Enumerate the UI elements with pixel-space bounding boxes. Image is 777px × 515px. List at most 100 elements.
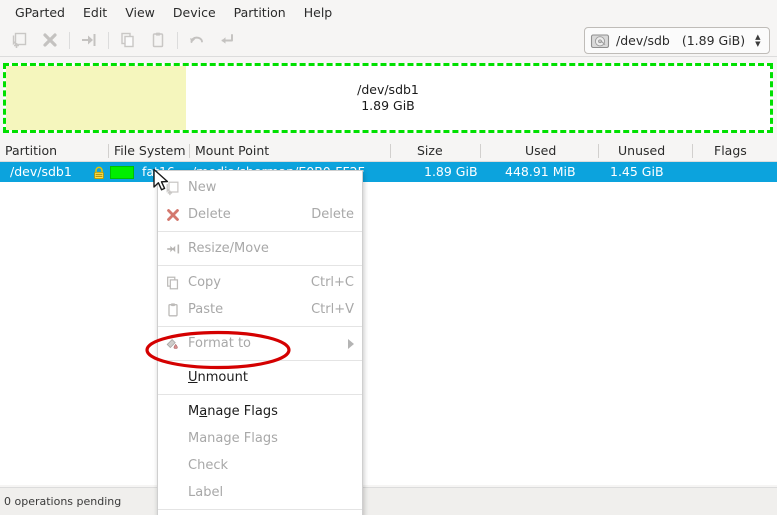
statusbar-text: 0 operations pending	[4, 495, 121, 508]
column-divider-2[interactable]	[189, 144, 190, 158]
toolbar-separator-1	[69, 32, 70, 49]
context-menu-separator-4	[158, 360, 362, 361]
mnemonic-a: a	[199, 404, 207, 419]
toolbar-copy-button[interactable]	[113, 27, 143, 53]
column-divider-4[interactable]	[480, 144, 481, 158]
context-menu-item-unmount[interactable]: Unmount	[158, 364, 362, 391]
context-menu-item-copy[interactable]: Copy Ctrl+C	[158, 269, 362, 296]
menu-partition[interactable]: Partition	[225, 2, 295, 23]
context-menu-accel-copy: Ctrl+C	[311, 275, 354, 290]
copy-icon	[119, 31, 137, 49]
delete-partition-icon	[158, 201, 188, 228]
partition-graphic-label: /dev/sdb1 1.89 GiB	[6, 82, 770, 114]
context-menu-label-copy: Copy	[188, 275, 297, 290]
context-menu-item-new-uuid[interactable]: Label	[158, 479, 362, 506]
toolbar-separator-3	[177, 32, 178, 49]
paste-icon	[158, 296, 188, 323]
gparted-window: GParted Edit View Device Partition Help	[0, 0, 777, 515]
toolbar-apply-button[interactable]	[212, 27, 242, 53]
toolbar-resize-move-button[interactable]	[74, 27, 104, 53]
check-icon-placeholder	[158, 425, 188, 452]
chevron-right-icon	[348, 339, 354, 349]
partition-graphic-body[interactable]: /dev/sdb1 1.89 GiB	[6, 66, 770, 130]
menu-device[interactable]: Device	[164, 2, 225, 23]
context-menu-label-paste: Paste	[188, 302, 297, 317]
unmount-icon-placeholder	[158, 364, 188, 391]
context-menu-label-new: New	[188, 180, 354, 195]
apply-icon	[218, 31, 236, 49]
context-menu-accel-delete: Delete	[311, 207, 354, 222]
new-partition-icon	[11, 31, 29, 49]
context-menu-separator-1	[158, 231, 362, 232]
toolbar-paste-button[interactable]	[143, 27, 173, 53]
column-header-unused[interactable]: Unused	[618, 140, 665, 162]
delete-partition-icon	[41, 31, 59, 49]
menu-edit[interactable]: Edit	[74, 2, 116, 23]
toolbar-delete-partition-button[interactable]	[35, 27, 65, 53]
undo-icon	[188, 31, 206, 49]
column-header-used[interactable]: Used	[525, 140, 556, 162]
context-menu-separator-3	[158, 326, 362, 327]
context-menu-item-paste[interactable]: Paste Ctrl+V	[158, 296, 362, 323]
new-uuid-icon-placeholder	[158, 479, 188, 506]
context-menu-item-resize-move[interactable]: Resize/Move	[158, 235, 362, 262]
menu-help[interactable]: Help	[295, 2, 342, 23]
column-header-flags[interactable]: Flags	[714, 140, 747, 162]
partition-table-header: Partition File System Mount Point Size U…	[0, 140, 777, 162]
context-menu-accel-paste: Ctrl+V	[311, 302, 354, 317]
column-header-size[interactable]: Size	[417, 140, 443, 162]
partition-graphic-size: 1.89 GiB	[6, 98, 770, 114]
padlock-icon	[92, 165, 106, 184]
context-menu-label-resize-move: Resize/Move	[188, 241, 354, 256]
partition-context-menu[interactable]: New Delete Delete Resize/Move	[157, 170, 363, 515]
column-divider-5[interactable]	[598, 144, 599, 158]
menu-view[interactable]: View	[116, 2, 164, 23]
context-menu-label-label: Check	[188, 458, 354, 473]
column-divider-3[interactable]	[390, 144, 391, 158]
menubar: GParted Edit View Device Partition Help	[0, 0, 777, 24]
context-menu-label-format-to: Format to	[188, 336, 338, 351]
cell-size: 1.89 GiB	[424, 162, 478, 182]
toolbar-undo-button[interactable]	[182, 27, 212, 53]
context-menu-label-manage-flags: Manage Flags	[188, 404, 354, 419]
column-header-file-system[interactable]: File System	[114, 140, 186, 162]
filesystem-color-swatch	[110, 166, 134, 179]
context-menu-item-label[interactable]: Check	[158, 452, 362, 479]
context-menu-item-delete[interactable]: Delete Delete	[158, 201, 362, 228]
new-partition-icon	[158, 174, 188, 201]
resize-move-icon	[158, 235, 188, 262]
device-selector-spinner[interactable]: ▲ ▼	[755, 34, 760, 48]
column-divider-6[interactable]	[692, 144, 693, 158]
format-to-icon	[158, 330, 188, 357]
context-menu-item-format-to[interactable]: Format to	[158, 330, 362, 357]
resize-move-icon	[80, 31, 98, 49]
cell-used: 448.91 MiB	[505, 162, 576, 182]
spinner-down-icon[interactable]: ▼	[755, 41, 760, 48]
column-header-mount-point[interactable]: Mount Point	[195, 140, 269, 162]
copy-icon	[158, 269, 188, 296]
statusbar: 0 operations pending	[0, 487, 777, 515]
paste-icon	[149, 31, 167, 49]
toolbar-new-partition-button[interactable]	[5, 27, 35, 53]
toolbar-separator-2	[108, 32, 109, 49]
context-menu-separator-6	[158, 509, 362, 510]
mnemonic-u: U	[188, 370, 198, 385]
cell-partition: /dev/sdb1	[10, 162, 72, 182]
context-menu-item-manage-flags[interactable]: Manage Flags	[158, 398, 362, 425]
device-selector-size: (1.89 GiB)	[682, 33, 745, 48]
partition-graphic[interactable]: /dev/sdb1 1.89 GiB	[3, 63, 773, 133]
context-menu-label-check: Manage Flags	[188, 431, 354, 446]
device-selector[interactable]: /dev/sdb (1.89 GiB) ▲ ▼	[584, 27, 770, 54]
menu-gparted[interactable]: GParted	[6, 2, 74, 23]
context-menu-item-new[interactable]: New	[158, 174, 362, 201]
context-menu-item-check[interactable]: Manage Flags	[158, 425, 362, 452]
label-icon-placeholder	[158, 452, 188, 479]
partition-list-body	[0, 182, 777, 485]
column-header-partition[interactable]: Partition	[5, 140, 57, 162]
table-row[interactable]: /dev/sdb1 fat16 /media/sherman/E0B0-FF2F…	[0, 162, 777, 182]
context-menu-label-unmount: Unmount	[188, 370, 354, 385]
context-menu-label-delete: Delete	[188, 207, 297, 222]
column-divider-1[interactable]	[108, 144, 109, 158]
context-menu-separator-5	[158, 394, 362, 395]
partition-graphic-name: /dev/sdb1	[6, 82, 770, 98]
